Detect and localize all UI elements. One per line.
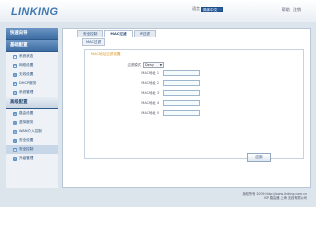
wireless-icon: ≈ bbox=[13, 72, 17, 77]
security-icon: ✓ bbox=[13, 138, 17, 143]
mac-label-5: MAC地址 5 bbox=[141, 111, 159, 115]
mac-row-1: MAC地址 1 bbox=[85, 70, 305, 76]
system-icon: ⚙ bbox=[13, 90, 17, 95]
mac-label-2: MAC地址 2 bbox=[141, 81, 159, 85]
chevron-down-icon: ▼ bbox=[159, 63, 162, 67]
mac-filter-settings: MAC地址过滤设置 过滤模式 Deny ▼ MAC地址 1 MAC地址 2 MA… bbox=[84, 49, 304, 159]
sidebar-item-wan[interactable]: ◎ WAN介入控制 bbox=[6, 127, 58, 136]
wan-icon: ◎ bbox=[13, 129, 17, 134]
mac-input-4[interactable] bbox=[163, 100, 200, 106]
sidebar-item-dhcp[interactable]: ▪ DHCP服务 bbox=[6, 79, 58, 88]
sidebar-item-system[interactable]: ⚙ 系统管理 bbox=[6, 88, 58, 97]
sidebar-item-label: WAN介入控制 bbox=[19, 129, 42, 133]
apply-button[interactable]: 应用 bbox=[247, 153, 271, 162]
mac-input-5[interactable] bbox=[163, 110, 200, 116]
sidebar-item-label: DHCP服务 bbox=[19, 81, 37, 85]
sidebar-item-security-control[interactable]: ▣ 安全控制 bbox=[6, 145, 58, 154]
tab-bar: 安全控制 MAC过滤 IP过滤 bbox=[77, 30, 156, 37]
route-icon: ↔ bbox=[13, 111, 17, 116]
sidebar-item-upgrade[interactable]: ↑ 升级管理 bbox=[6, 154, 58, 163]
mac-input-3[interactable] bbox=[163, 90, 200, 96]
sidebar: 快速向导 基础配置 ● 系统状态 ◆ 网络设置 ≈ 无线设置 ▪ DHCP服务 … bbox=[6, 28, 58, 188]
filter-mode-label: 过滤模式 bbox=[127, 63, 141, 67]
mac-label-1: MAC地址 1 bbox=[141, 71, 159, 75]
sidebar-item-label: 系统管理 bbox=[19, 90, 34, 94]
subtab-mac-filter[interactable]: MAC过滤 bbox=[82, 38, 106, 46]
upgrade-icon: ↑ bbox=[13, 156, 17, 161]
mac-label-3: MAC地址 3 bbox=[141, 91, 159, 95]
mac-row-3: MAC地址 3 bbox=[85, 90, 305, 96]
tab-mac-filter[interactable]: MAC过滤 bbox=[104, 30, 133, 37]
virtual-icon: □ bbox=[13, 120, 17, 125]
mac-input-1[interactable] bbox=[163, 70, 200, 76]
lock-icon: ▣ bbox=[13, 147, 17, 152]
mac-row-2: MAC地址 2 bbox=[85, 80, 305, 86]
mac-input-2[interactable] bbox=[163, 80, 200, 86]
filter-mode-row: 过滤模式 Deny ▼ bbox=[85, 62, 305, 68]
main-panel: 安全控制 MAC过滤 IP过滤 MAC过滤 MAC地址过滤设置 过滤模式 Den… bbox=[62, 28, 311, 188]
language-selector: 语言 简体中文 bbox=[192, 6, 223, 12]
fieldset-title: MAC地址过滤设置 bbox=[91, 52, 121, 56]
mac-row-4: MAC地址 4 bbox=[85, 100, 305, 106]
network-icon: ◆ bbox=[13, 63, 17, 68]
sidebar-item-security[interactable]: ✓ 安全设置 bbox=[6, 136, 58, 145]
status-icon: ● bbox=[13, 54, 17, 59]
sidebar-item-route[interactable]: ↔ 路由设置 bbox=[6, 109, 58, 118]
tab-security-control[interactable]: 安全控制 bbox=[77, 30, 104, 37]
tab-ip-filter[interactable]: IP过滤 bbox=[133, 30, 156, 37]
footer: 版权所有 2009 http://www.linking.com.cn ISP … bbox=[0, 188, 316, 207]
logout-link[interactable]: 注销 bbox=[293, 7, 301, 12]
top-links: 帮助 注销 bbox=[280, 7, 301, 13]
brand-logo: LINKING bbox=[11, 6, 59, 18]
help-link[interactable]: 帮助 bbox=[282, 7, 290, 12]
sidebar-item-label: 虚拟服务 bbox=[19, 120, 34, 124]
footer-company: ISP 路由器 上海 无线有限公司 bbox=[264, 196, 307, 201]
sidebar-item-virtual[interactable]: □ 虚拟服务 bbox=[6, 118, 58, 127]
sidebar-item-status[interactable]: ● 系统状态 bbox=[6, 52, 58, 61]
sidebar-basic-config[interactable]: 基础配置 bbox=[6, 40, 58, 52]
sidebar-quick-wizard[interactable]: 快速向导 bbox=[6, 28, 58, 40]
sidebar-advanced-config[interactable]: 高级配置 bbox=[6, 97, 58, 109]
filter-mode-value: Deny bbox=[145, 63, 154, 67]
sidebar-item-wireless[interactable]: ≈ 无线设置 bbox=[6, 70, 58, 79]
mac-row-5: MAC地址 5 bbox=[85, 110, 305, 116]
language-dropdown[interactable]: 简体中文 bbox=[201, 6, 223, 12]
sidebar-item-label: 安全设置 bbox=[19, 138, 34, 142]
filter-mode-select[interactable]: Deny ▼ bbox=[143, 62, 164, 68]
mac-label-4: MAC地址 4 bbox=[141, 101, 159, 105]
sidebar-item-label: 路由设置 bbox=[19, 111, 34, 115]
footer-text: 版权所有 2009 http://www.linking.com.cn ISP … bbox=[243, 192, 307, 200]
sidebar-item-label: 系统状态 bbox=[19, 54, 34, 58]
sidebar-item-network[interactable]: ◆ 网络设置 bbox=[6, 61, 58, 70]
sidebar-item-label: 无线设置 bbox=[19, 72, 34, 76]
header-banner: LINKING 语言 简体中文 帮助 注销 bbox=[0, 0, 316, 22]
sidebar-item-label: 网络设置 bbox=[19, 63, 34, 67]
sidebar-item-label: 安全控制 bbox=[19, 147, 34, 151]
dhcp-icon: ▪ bbox=[13, 81, 17, 86]
sidebar-item-label: 升级管理 bbox=[19, 156, 34, 160]
language-label: 语言 bbox=[192, 6, 200, 11]
